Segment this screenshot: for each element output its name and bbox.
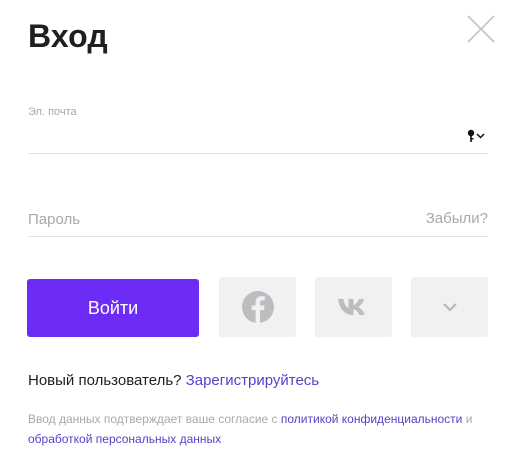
page-title: Вход [28,18,108,54]
key-icon [467,129,485,142]
facebook-icon [241,291,274,323]
data-processing-link[interactable]: обработкой персональных данных [28,432,221,446]
consent-text: Ввод данных подтверждает ваше согласие с… [28,409,498,449]
key-dropdown[interactable] [466,128,488,146]
email-label: Эл. почта [28,106,77,118]
password-input[interactable] [28,208,388,230]
forgot-password-link[interactable]: Забыли? [426,210,488,227]
vk-login-button[interactable] [315,277,392,337]
facebook-login-button[interactable] [219,277,296,337]
close-button[interactable] [466,14,496,44]
register-prompt: Новый пользователь? Зарегистрируйтесь [28,372,319,389]
register-link[interactable]: Зарегистрируйтесь [186,372,319,389]
email-input[interactable] [28,126,458,150]
vk-icon [337,299,365,315]
privacy-policy-link[interactable]: политикой конфиденциальности [281,412,462,426]
close-icon [467,15,495,43]
chevron-down-icon [442,303,457,312]
email-field: Эл. почта [28,104,488,154]
consent-conjunction: и [465,412,473,426]
password-field: Забыли? [28,200,488,237]
more-options-button[interactable] [411,277,488,337]
consent-statement: Ввод данных подтверждает ваше согласие с [28,412,278,426]
register-prompt-text: Новый пользователь? [28,372,182,389]
login-button[interactable]: Войти [27,279,199,337]
